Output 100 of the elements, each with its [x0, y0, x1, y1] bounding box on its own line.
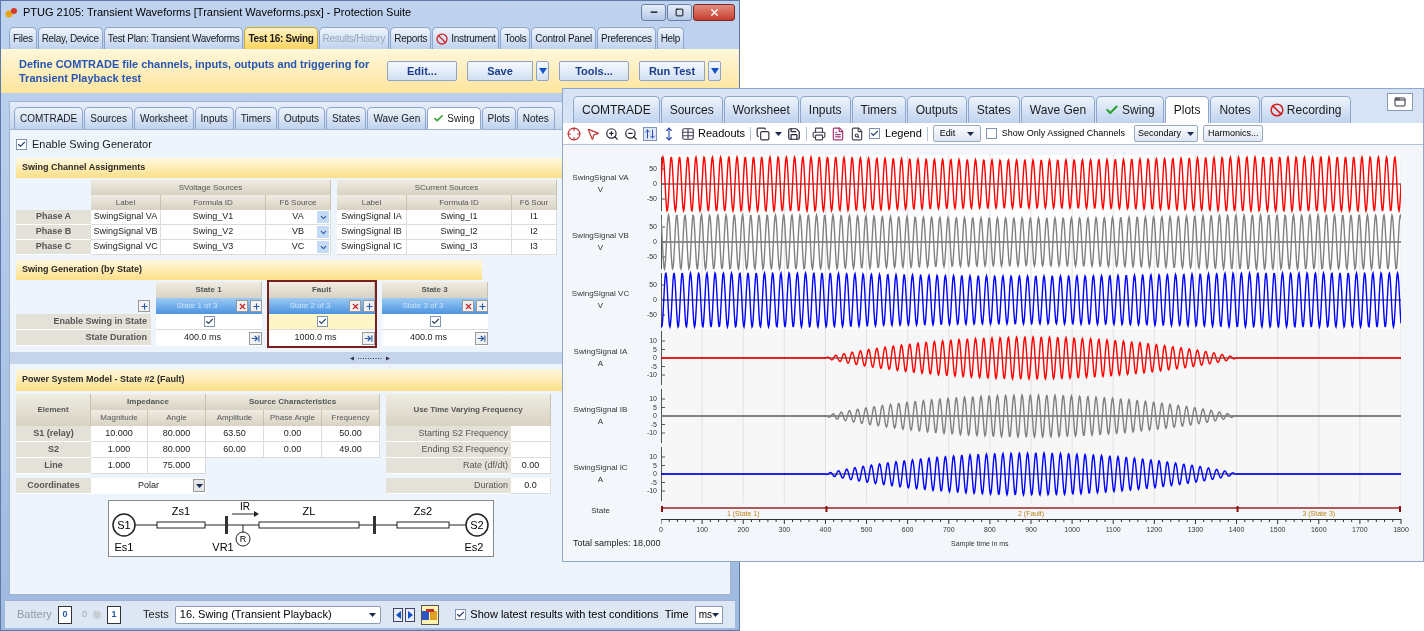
zoom-in-icon[interactable] [605, 126, 619, 141]
save-icon[interactable] [787, 126, 802, 141]
tests-dropdown[interactable]: 16. Swing (Transient Playback) [174, 605, 382, 624]
tab[interactable]: COMTRADE [573, 96, 660, 123]
add-state-button[interactable] [250, 300, 262, 312]
table-cell[interactable]: 80.000 [148, 426, 206, 442]
tab[interactable]: Plots [481, 107, 516, 129]
tab[interactable]: Timers [234, 107, 277, 129]
tab[interactable]: Recording [1260, 96, 1351, 123]
compare-button[interactable] [421, 604, 440, 625]
dropdown-button[interactable] [536, 61, 549, 81]
table-cell[interactable]: 0.00 [264, 426, 322, 442]
action-button[interactable]: Tools... [559, 61, 629, 81]
table-cell[interactable]: 1.000 [91, 442, 148, 458]
document-icon[interactable] [831, 126, 846, 141]
state-column[interactable]: Fault State 2 of 3 1000.0 ms [267, 280, 377, 348]
pointer-icon[interactable] [586, 126, 600, 141]
tab[interactable]: States [967, 96, 1020, 123]
tab[interactable]: Worksheet [723, 96, 799, 123]
maximize-button[interactable] [667, 3, 692, 21]
checkbox[interactable] [316, 316, 328, 327]
tab[interactable]: Test Plan: Transient Waveforms [103, 27, 244, 49]
vertical-arrows-icon[interactable] [643, 126, 657, 141]
delete-state-button[interactable] [462, 300, 474, 312]
tab[interactable]: Control Panel [531, 27, 597, 49]
tab[interactable]: Notes [516, 107, 555, 129]
preview-icon[interactable] [850, 126, 865, 141]
tab[interactable]: Wave Gen [1020, 96, 1096, 123]
tab[interactable]: Help [656, 27, 685, 49]
source-dropdown[interactable]: VB [266, 225, 331, 240]
action-button[interactable]: Save [467, 61, 533, 81]
checkbox[interactable] [429, 316, 441, 327]
table-cell[interactable]: 63.50 [206, 426, 264, 442]
tab[interactable]: Inputs [799, 96, 851, 123]
previous-button[interactable] [393, 607, 404, 622]
tab[interactable]: Outputs [906, 96, 967, 123]
tab[interactable]: Worksheet [133, 107, 194, 129]
table-cell[interactable]: 60.00 [206, 442, 264, 458]
table-cell[interactable]: 49.00 [322, 442, 380, 458]
mode-dropdown[interactable]: Secondary [1133, 125, 1198, 142]
zoom-out-icon[interactable] [624, 126, 638, 141]
tab[interactable]: Swing [427, 107, 481, 129]
tab[interactable]: Reports [390, 27, 432, 49]
add-state-button[interactable] [476, 300, 488, 312]
tab[interactable]: Files [9, 27, 37, 49]
apply-duration-button[interactable] [362, 331, 375, 345]
table-cell[interactable]: 80.000 [148, 442, 206, 458]
tab[interactable]: Wave Gen [367, 107, 427, 129]
tab[interactable]: Inputs [194, 107, 234, 129]
checkbox[interactable] [455, 609, 467, 620]
print-icon[interactable] [812, 126, 827, 141]
table-cell[interactable]: 1.000 [91, 458, 148, 474]
state-column[interactable]: State 1 State 1 of 3 400.0 ms [154, 280, 264, 348]
splitter-grip-icon[interactable] [350, 355, 390, 361]
dropdown-button[interactable] [708, 61, 721, 81]
legend-checkbox[interactable] [869, 128, 881, 139]
table-cell[interactable]: 50.00 [322, 426, 380, 442]
close-button[interactable] [693, 3, 735, 21]
delete-state-button[interactable] [349, 300, 361, 312]
checkbox[interactable] [985, 128, 997, 139]
table-cell[interactable]: 0.00 [511, 458, 551, 474]
tab[interactable]: Timers [851, 96, 906, 123]
value-field[interactable] [511, 442, 551, 458]
tab[interactable]: Relay, Device [37, 27, 103, 49]
apply-duration-button[interactable] [249, 331, 262, 345]
apply-duration-button[interactable] [475, 331, 488, 345]
table-cell[interactable]: 10.000 [91, 426, 148, 442]
action-button[interactable]: Edit... [387, 61, 457, 81]
table-cell[interactable]: 0.00 [264, 442, 322, 458]
copy-icon[interactable] [756, 126, 771, 141]
crosshair-icon[interactable] [567, 126, 581, 141]
time-unit-dropdown[interactable]: ms [694, 605, 723, 624]
harmonics-button[interactable]: Harmonics... [1202, 125, 1264, 142]
add-state-button[interactable] [138, 300, 150, 312]
tab[interactable]: Notes [1210, 96, 1260, 123]
readouts-button[interactable]: Readouts [681, 125, 746, 142]
checkbox[interactable] [16, 138, 27, 150]
action-button[interactable]: Run Test [639, 61, 705, 81]
tab[interactable]: Test 16: Swing [244, 27, 318, 49]
tab[interactable]: COMTRADE [14, 107, 84, 129]
state-column[interactable]: State 3 State 3 of 3 400.0 ms [380, 280, 490, 348]
next-button[interactable] [405, 607, 416, 622]
edit-dropdown[interactable]: Edit [932, 125, 981, 142]
tab[interactable]: Sources [660, 96, 723, 123]
tab[interactable]: States [326, 107, 367, 129]
add-state-button[interactable] [363, 300, 375, 312]
tab[interactable]: Swing [1096, 96, 1164, 123]
tab[interactable]: Outputs [278, 107, 325, 129]
tab[interactable]: Preferences [597, 27, 656, 49]
checkbox[interactable] [203, 316, 215, 327]
table-cell[interactable]: 75.000 [148, 458, 206, 474]
source-dropdown[interactable]: VA [266, 210, 331, 225]
minimize-button[interactable] [641, 3, 666, 21]
value-field[interactable] [511, 426, 551, 442]
window-restore-button[interactable] [1387, 93, 1413, 111]
coordinates-dropdown[interactable]: Polar [91, 478, 206, 494]
tab[interactable]: Tools [500, 27, 531, 49]
delete-state-button[interactable] [236, 300, 248, 312]
tab[interactable]: Plots [1164, 96, 1210, 123]
tab[interactable]: Sources [84, 107, 133, 129]
